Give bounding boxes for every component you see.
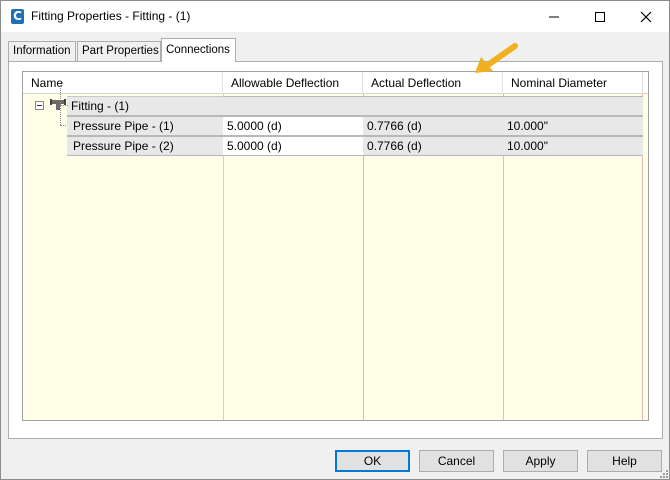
root-name: Fitting - (1): [71, 99, 130, 113]
nominal-diameter-cell: 10.000": [503, 136, 643, 156]
actual-deflection-cell: 0.7766 (d): [363, 136, 503, 156]
grid-header: Name Allowable Deflection Actual Deflect…: [23, 72, 648, 94]
root-allowable-cell: [223, 96, 363, 116]
arrow-icon: [475, 43, 518, 73]
maximize-button[interactable]: [577, 1, 623, 32]
tab-information[interactable]: Information: [8, 41, 76, 61]
close-icon: [640, 11, 652, 23]
allowable-deflection-cell[interactable]: 5.0000 (d): [223, 116, 363, 136]
resize-grip-icon[interactable]: [659, 469, 669, 479]
allowable-deflection-cell[interactable]: 5.0000 (d): [223, 136, 363, 156]
minimize-button[interactable]: [531, 1, 577, 32]
column-header-nominal-diameter[interactable]: Nominal Diameter: [503, 72, 643, 94]
maximize-icon: [595, 12, 605, 22]
column-header-allowable-deflection[interactable]: Allowable Deflection: [223, 72, 363, 94]
help-button[interactable]: Help: [587, 450, 662, 472]
tree-row-root[interactable]: Fitting - (1): [23, 96, 643, 116]
minimize-icon: [549, 16, 559, 18]
cancel-button[interactable]: Cancel: [419, 450, 494, 472]
app-icon: C: [11, 9, 24, 24]
collapse-toggle-icon[interactable]: [35, 101, 44, 110]
connections-panel: Name Allowable Deflection Actual Deflect…: [8, 61, 663, 439]
connections-grid[interactable]: Name Allowable Deflection Actual Deflect…: [22, 71, 649, 421]
root-nominal-cell: [503, 96, 643, 116]
close-button[interactable]: [623, 1, 669, 32]
pipe-name: Pressure Pipe - (2): [73, 139, 174, 153]
root-actual-cell: [363, 96, 503, 116]
pipe-name: Pressure Pipe - (1): [73, 119, 174, 133]
tab-part-properties[interactable]: Part Properties: [77, 41, 161, 61]
window-title: Fitting Properties - Fitting - (1): [31, 9, 191, 23]
tab-connections[interactable]: Connections: [161, 38, 236, 62]
title-bar[interactable]: C Fitting Properties - Fitting - (1): [1, 1, 669, 32]
table-row[interactable]: Pressure Pipe - (1) 5.0000 (d) 0.7766 (d…: [23, 116, 643, 136]
actual-deflection-cell: 0.7766 (d): [363, 116, 503, 136]
column-header-name[interactable]: Name: [23, 72, 223, 94]
nominal-diameter-cell: 10.000": [503, 116, 643, 136]
table-row[interactable]: Pressure Pipe - (2) 5.0000 (d) 0.7766 (d…: [23, 136, 643, 156]
ok-button[interactable]: OK: [335, 450, 410, 472]
tree-connector: [60, 105, 68, 106]
apply-button[interactable]: Apply: [503, 450, 578, 472]
dialog-window: C Fitting Properties - Fitting - (1) Inf…: [0, 0, 670, 480]
